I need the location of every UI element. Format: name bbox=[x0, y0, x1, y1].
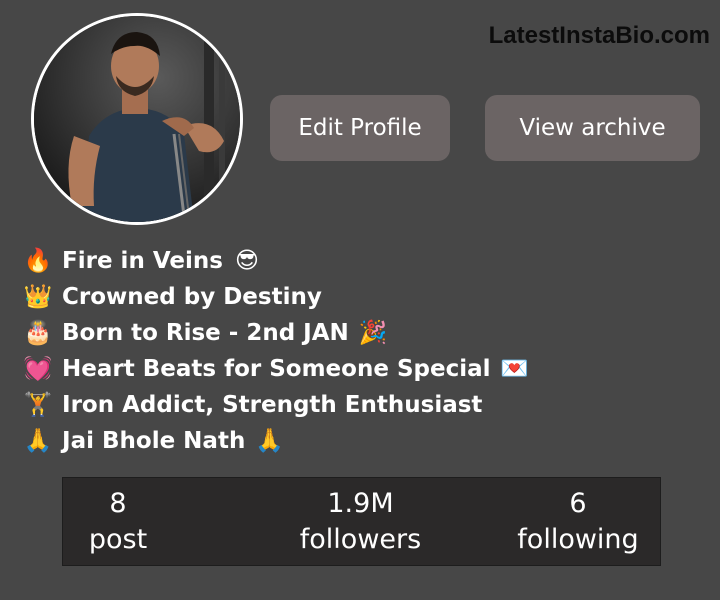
bio-lines: 🔥 Fire in Veins 😎 👑 Crowned by Destiny 🎂… bbox=[22, 243, 531, 459]
bio-text: Crowned by Destiny bbox=[62, 284, 322, 310]
bio-line: 💓 Heart Beats for Someone Special 💌 bbox=[22, 351, 531, 387]
crown-icon: 👑 bbox=[23, 284, 53, 310]
folded-hands-icon: 🙏 bbox=[23, 428, 53, 454]
profile-stats: 8 post 1.9M followers 6 following bbox=[62, 477, 661, 566]
bio-text: Born to Rise - 2nd JAN bbox=[62, 320, 349, 346]
posts-count: 8 bbox=[109, 488, 127, 519]
fire-icon: 🔥 bbox=[23, 248, 53, 274]
bio-line: 🎂 Born to Rise - 2nd JAN 🎉 bbox=[22, 315, 531, 351]
bio-text: Jai Bhole Nath bbox=[62, 428, 246, 454]
bio-text: Fire in Veins bbox=[62, 248, 223, 274]
bio-line: 🙏 Jai Bhole Nath 🙏 bbox=[22, 423, 531, 459]
profile-avatar[interactable] bbox=[31, 13, 243, 225]
bio-line: 👑 Crowned by Destiny bbox=[22, 279, 531, 315]
weightlifter-icon: 🏋 bbox=[23, 392, 53, 418]
bio-line: 🔥 Fire in Veins 😎 bbox=[22, 243, 531, 279]
folded-hands-icon: 🙏 bbox=[255, 428, 284, 454]
followers-stat[interactable]: 1.9M followers bbox=[278, 486, 443, 558]
posts-label: post bbox=[88, 524, 148, 555]
love-letter-icon: 💌 bbox=[500, 356, 529, 382]
sunglasses-face-icon: 😎 bbox=[234, 248, 259, 274]
following-label: following bbox=[517, 524, 639, 555]
birthday-cake-icon: 🎂 bbox=[23, 320, 53, 346]
followers-label: followers bbox=[299, 524, 422, 555]
following-stat[interactable]: 6 following bbox=[503, 486, 653, 558]
view-archive-button[interactable]: View archive bbox=[485, 95, 700, 161]
party-popper-icon: 🎉 bbox=[358, 320, 388, 346]
followers-count: 1.9M bbox=[327, 488, 394, 519]
watermark-text: LatestInstaBio.com bbox=[488, 22, 710, 49]
bio-text: Iron Addict, Strength Enthusiast bbox=[62, 392, 483, 418]
beating-heart-icon: 💓 bbox=[23, 356, 53, 382]
bio-text: Heart Beats for Someone Special bbox=[62, 356, 491, 382]
profile-photo bbox=[34, 16, 240, 222]
posts-stat[interactable]: 8 post bbox=[73, 486, 163, 558]
following-count: 6 bbox=[569, 488, 587, 519]
edit-profile-button[interactable]: Edit Profile bbox=[270, 95, 450, 161]
bio-line: 🏋 Iron Addict, Strength Enthusiast bbox=[22, 387, 531, 423]
